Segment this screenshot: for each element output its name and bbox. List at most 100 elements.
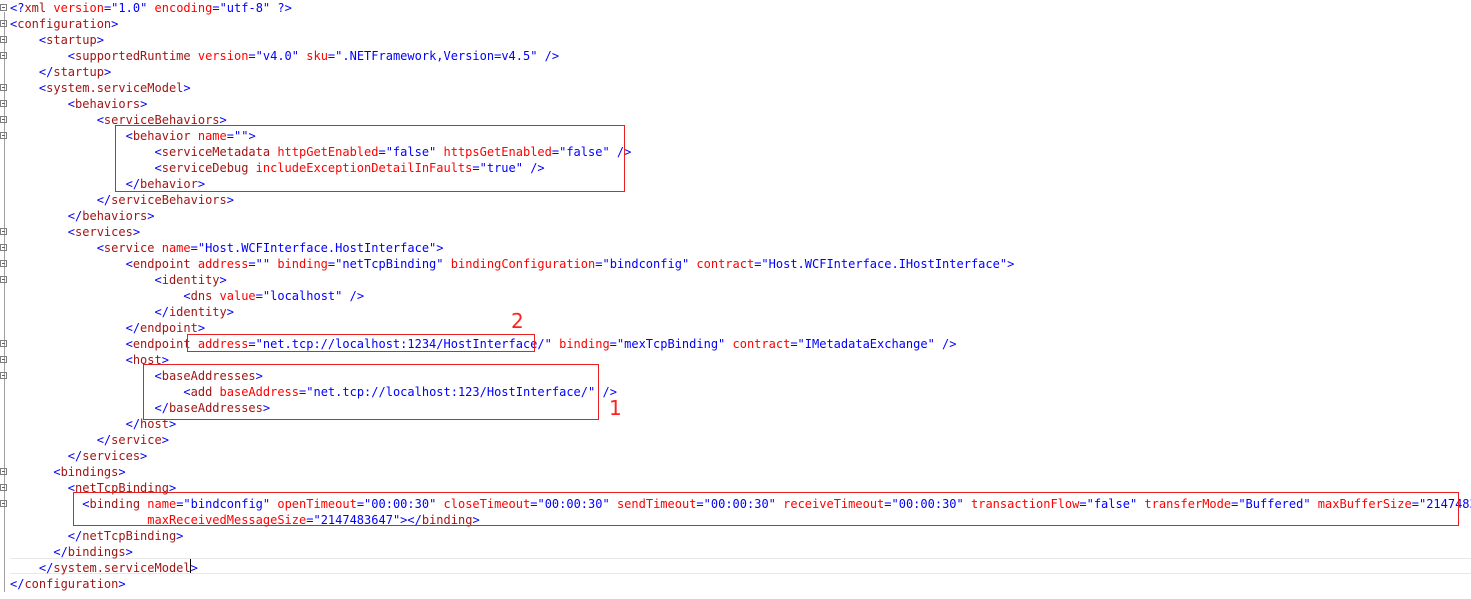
collapse-icon[interactable] — [0, 84, 7, 91]
collapse-icon[interactable] — [0, 132, 7, 139]
code-line[interactable]: <endpoint address="" binding="netTcpBind… — [0, 256, 1471, 272]
code-token: > — [118, 465, 126, 479]
collapse-icon[interactable] — [0, 500, 7, 507]
code-line[interactable]: </serviceBehaviors> — [0, 192, 1471, 208]
code-token: > — [197, 321, 206, 335]
code-token: =" — [754, 257, 769, 271]
code-text: <services> — [10, 224, 140, 240]
code-token: > — [125, 545, 133, 559]
collapse-icon[interactable] — [0, 260, 7, 267]
code-line[interactable]: <system.serviceModel> — [0, 80, 1471, 96]
code-line[interactable]: </bindings> — [0, 544, 1471, 560]
code-token: > — [1007, 257, 1015, 271]
code-token: > — [226, 193, 234, 207]
code-token: dns — [190, 289, 213, 303]
code-token: Host.WCFInterface.HostInterface — [205, 241, 430, 255]
code-token: > — [140, 97, 148, 111]
code-text: <system.serviceModel> — [10, 80, 191, 96]
annotation-box-endpoint-address — [187, 334, 535, 352]
code-text: </serviceBehaviors> — [10, 192, 234, 208]
code-token: </ — [10, 561, 54, 575]
collapse-icon[interactable] — [0, 468, 7, 475]
text-caret — [190, 559, 191, 573]
annotation-box-base-addresses — [143, 364, 599, 420]
code-token: endpoint — [132, 337, 191, 351]
code-line[interactable]: <?xml version="1.0" encoding="utf-8" ?> — [0, 0, 1471, 16]
code-text: </endpoint> — [10, 320, 205, 336]
code-text: </services> — [10, 448, 147, 464]
code-token: =" — [595, 257, 610, 271]
code-line[interactable]: <identity> — [0, 272, 1471, 288]
code-line[interactable]: <services> — [0, 224, 1471, 240]
code-text: <?xml version="1.0" encoding="utf-8" ?> — [10, 0, 292, 16]
code-token: </ — [10, 545, 68, 559]
code-text: </behaviors> — [10, 208, 155, 224]
code-token: contract — [725, 337, 791, 351]
code-token: netTcpBinding — [342, 257, 437, 271]
code-token: binding — [270, 257, 328, 271]
collapse-icon[interactable] — [0, 20, 7, 27]
collapse-icon[interactable] — [0, 356, 7, 363]
code-text: </netTcpBinding> — [10, 528, 184, 544]
code-line[interactable]: </netTcpBinding> — [0, 528, 1471, 544]
code-text: </service> — [10, 432, 169, 448]
collapse-icon[interactable] — [0, 244, 7, 251]
code-token: < — [10, 465, 61, 479]
code-token: =" — [255, 289, 271, 303]
code-token: </ — [10, 449, 83, 463]
code-token: endpoint — [132, 257, 191, 271]
code-token: </ — [10, 209, 83, 223]
code-token: service — [103, 241, 155, 255]
code-token: " — [544, 337, 552, 351]
code-line[interactable]: <behaviors> — [0, 96, 1471, 112]
code-token: " — [927, 337, 935, 351]
code-line[interactable]: </configuration> — [0, 576, 1471, 592]
code-token: > — [147, 209, 155, 223]
code-token: supportedRuntime — [75, 49, 191, 63]
collapse-icon[interactable] — [0, 484, 7, 491]
code-text: <startup> — [10, 32, 104, 48]
collapse-icon[interactable] — [0, 228, 7, 235]
code-text: <endpoint address="" binding="netTcpBind… — [10, 256, 1015, 272]
code-token: ?> — [270, 1, 292, 15]
code-token: address — [190, 257, 249, 271]
code-token: > — [226, 305, 234, 319]
code-line[interactable]: </system.serviceModel> — [0, 560, 1471, 576]
annotation-number-2: 2 — [511, 309, 524, 333]
code-text: </configuration> — [10, 576, 126, 592]
code-token: endpoint — [140, 321, 198, 335]
code-line[interactable]: </behaviors> — [0, 208, 1471, 224]
code-token: </ — [10, 417, 141, 431]
code-line[interactable]: </services> — [0, 448, 1471, 464]
code-token: .NETFramework,Version=v4.5 — [342, 49, 531, 63]
collapse-icon[interactable] — [0, 116, 7, 123]
code-token: version — [46, 1, 104, 15]
code-line[interactable]: <supportedRuntime version="v4.0" sku=".N… — [0, 48, 1471, 64]
code-token: <? — [10, 1, 25, 15]
code-token: > — [190, 561, 198, 575]
code-line[interactable]: </startup> — [0, 64, 1471, 80]
code-text: </system.serviceModel> — [10, 560, 198, 576]
xml-code-editor[interactable]: <?xml version="1.0" encoding="utf-8" ?> <… — [0, 0, 1471, 599]
code-token: IMetadataExchange — [804, 337, 928, 351]
collapse-icon[interactable] — [0, 276, 7, 283]
collapse-icon[interactable] — [0, 372, 7, 379]
code-token: name — [154, 241, 191, 255]
code-line[interactable]: </service> — [0, 432, 1471, 448]
collapse-icon[interactable] — [0, 100, 7, 107]
collapse-icon[interactable] — [0, 4, 7, 11]
code-token: configuration — [24, 577, 119, 591]
collapse-icon[interactable] — [0, 36, 7, 43]
collapse-icon[interactable] — [0, 52, 7, 59]
code-token: " — [291, 49, 300, 63]
code-line[interactable]: <dns value="localhost" /> — [0, 288, 1471, 304]
code-line[interactable]: <startup> — [0, 32, 1471, 48]
code-line[interactable]: <configuration> — [0, 16, 1471, 32]
code-line[interactable]: </identity> — [0, 304, 1471, 320]
code-token: </ — [10, 433, 112, 447]
code-line[interactable]: <bindings> — [0, 464, 1471, 480]
collapse-icon[interactable] — [0, 340, 7, 347]
code-line[interactable]: <service name="Host.WCFInterface.HostInt… — [0, 240, 1471, 256]
code-token: < — [10, 97, 76, 111]
annotation-box-behavior — [115, 125, 625, 192]
